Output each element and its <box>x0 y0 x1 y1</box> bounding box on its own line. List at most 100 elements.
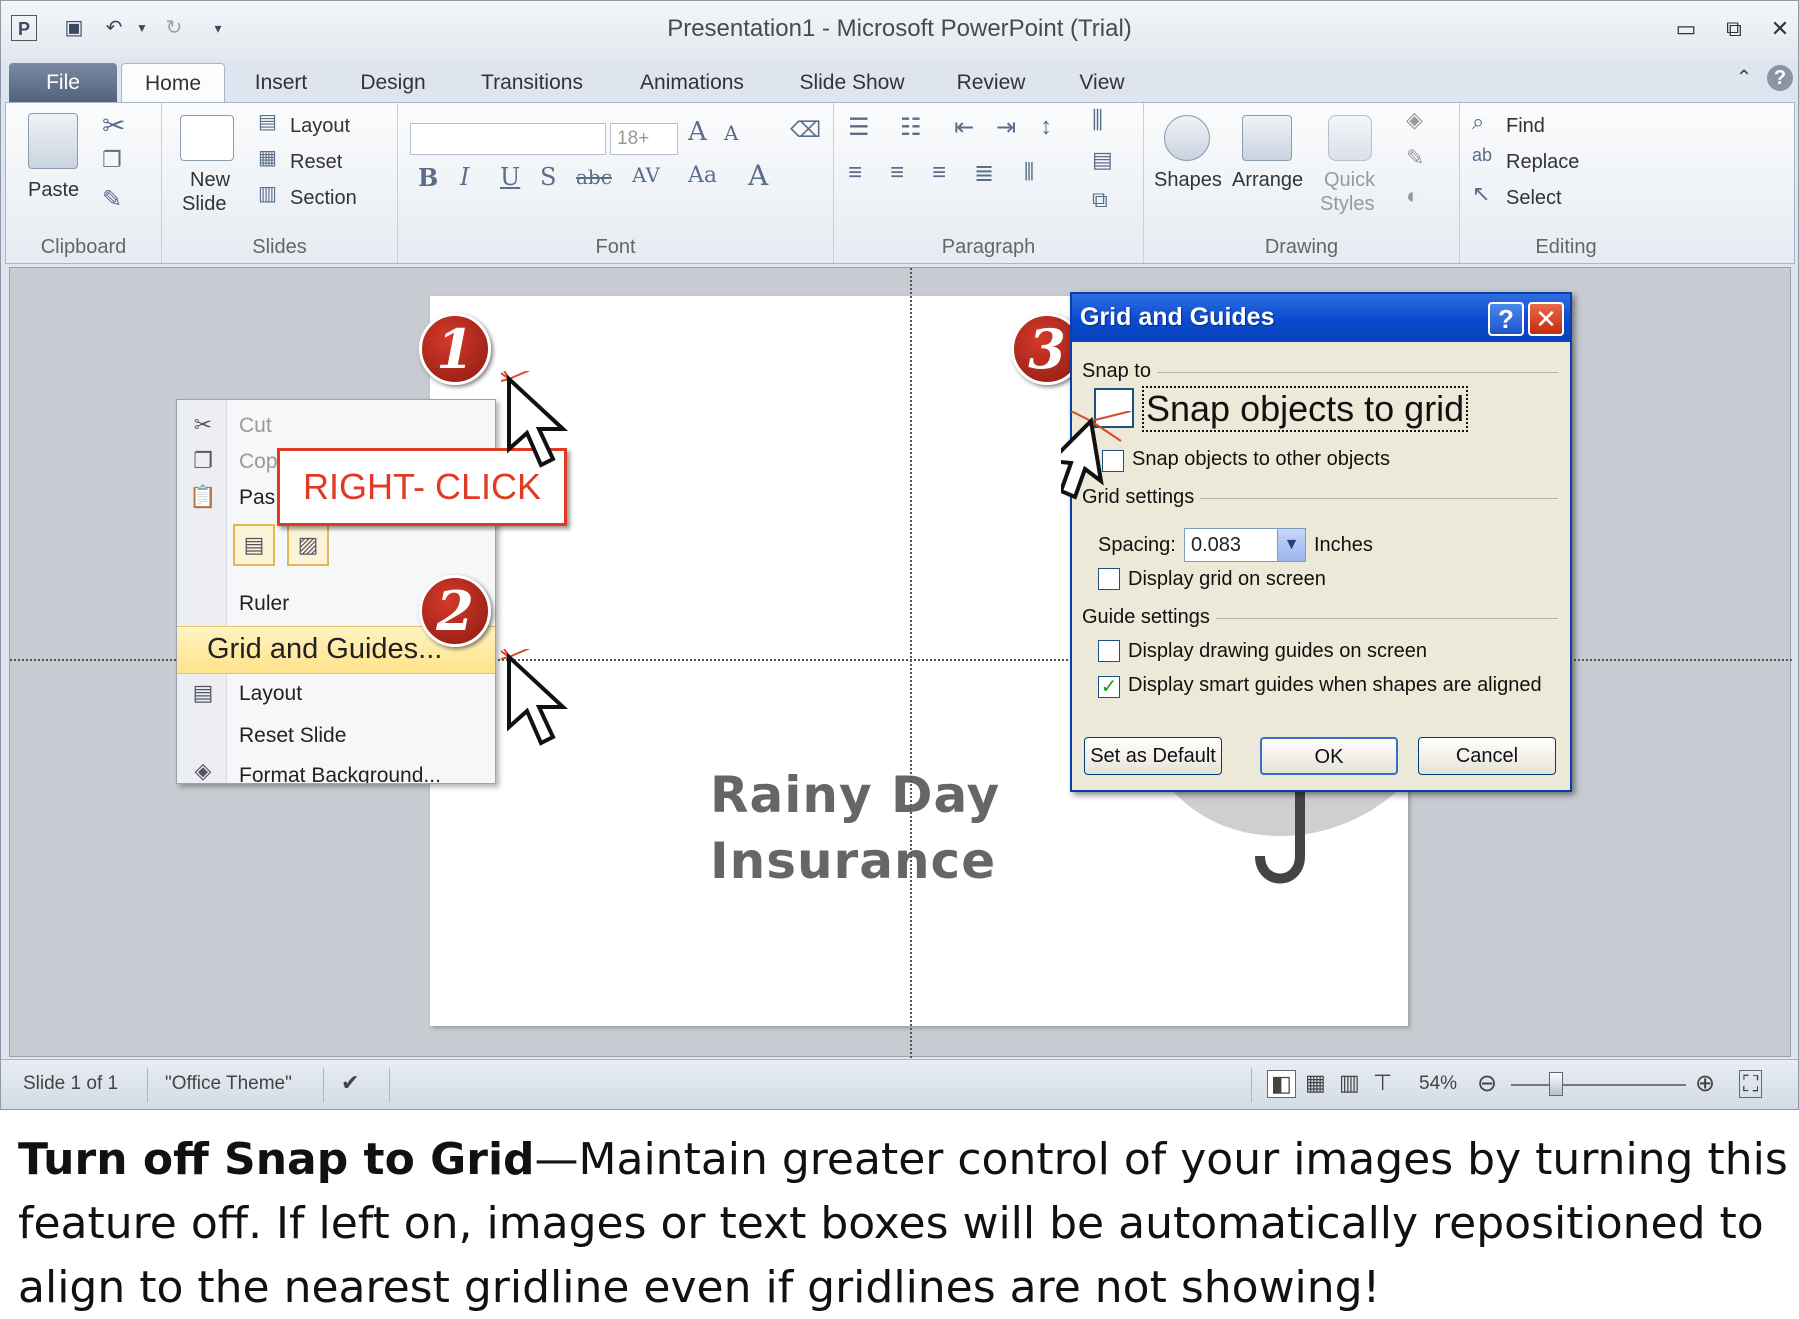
font-size-combo[interactable]: 18+ <box>610 123 678 155</box>
restore-icon[interactable]: ⧉ <box>1717 15 1751 43</box>
dialog-title-bar[interactable]: Grid and Guides ? ✕ <box>1072 294 1570 342</box>
shape-effects-icon[interactable]: ◐ <box>1406 183 1419 209</box>
display-guides-checkbox[interactable] <box>1098 640 1120 662</box>
fit-to-window-icon[interactable]: ⛶ <box>1739 1070 1763 1098</box>
zoom-level[interactable]: 54% <box>1419 1073 1457 1095</box>
increase-indent-icon[interactable]: ⇥ <box>996 113 1016 142</box>
tab-insert[interactable]: Insert <box>233 63 329 103</box>
zoom-out-icon[interactable]: ⊖ <box>1477 1069 1497 1098</box>
chevron-down-icon[interactable]: ▼ <box>1277 529 1305 561</box>
strikethrough-icon[interactable]: abc <box>576 165 612 189</box>
align-left-icon[interactable]: ≡ <box>848 159 862 187</box>
new-slide-label-2[interactable]: Slide <box>182 193 226 216</box>
change-case-icon[interactable]: Aa <box>688 163 717 188</box>
slide-sorter-icon[interactable]: ▦ <box>1305 1070 1326 1096</box>
display-guides-label[interactable]: Display drawing guides on screen <box>1128 640 1427 663</box>
shape-fill-icon[interactable]: ◈ <box>1406 107 1423 133</box>
layout-button[interactable]: Layout <box>290 115 350 138</box>
font-color-icon[interactable]: A <box>748 159 768 192</box>
menu-item-copy[interactable]: Cop <box>239 450 278 474</box>
text-direction-icon[interactable]: ⫼ <box>1092 107 1103 135</box>
scissors-icon[interactable]: ✂ <box>102 109 125 142</box>
decrease-indent-icon[interactable]: ⇤ <box>954 113 974 142</box>
columns-icon[interactable]: ⫴ <box>1024 159 1034 187</box>
quick-styles-label-2[interactable]: Styles <box>1320 193 1374 216</box>
menu-item-cut[interactable]: Cut <box>239 414 272 438</box>
tab-view[interactable]: View <box>1061 63 1143 103</box>
grow-font-icon[interactable]: A <box>688 117 707 147</box>
shapes-button[interactable]: Shapes <box>1154 169 1222 192</box>
shapes-icon[interactable] <box>1164 115 1210 161</box>
tab-review[interactable]: Review <box>941 63 1041 103</box>
normal-view-icon[interactable]: ◧ <box>1267 1070 1296 1098</box>
cancel-button[interactable]: Cancel <box>1418 737 1556 775</box>
select-button[interactable]: Select <box>1506 187 1562 210</box>
theme-name[interactable]: "Office Theme" <box>165 1073 292 1095</box>
zoom-slider-track[interactable] <box>1511 1084 1686 1086</box>
close-icon[interactable]: ✕ <box>1528 302 1564 336</box>
quick-styles-icon[interactable] <box>1328 115 1372 161</box>
bullets-icon[interactable]: ☰ <box>848 113 870 142</box>
vertical-guide[interactable] <box>910 268 912 1058</box>
snap-other-label[interactable]: Snap objects to other objects <box>1132 448 1390 471</box>
snap-grid-label[interactable]: Snap objects to grid <box>1142 386 1469 432</box>
slide-show-icon[interactable]: ⊤ <box>1373 1070 1392 1096</box>
copy-icon[interactable]: ❐ <box>102 147 122 173</box>
smart-guides-checkbox[interactable]: ✓ <box>1098 676 1120 698</box>
spacing-combo[interactable]: 0.083 ▼ <box>1184 528 1306 562</box>
quick-styles-label-1[interactable]: Quick <box>1324 169 1375 192</box>
align-right-icon[interactable]: ≡ <box>932 159 946 187</box>
display-grid-label[interactable]: Display grid on screen <box>1128 568 1326 591</box>
tab-file[interactable]: File <box>9 63 117 103</box>
replace-button[interactable]: Replace <box>1506 151 1579 174</box>
line-spacing-icon[interactable]: ↕ <box>1040 113 1052 141</box>
tab-home[interactable]: Home <box>121 63 225 103</box>
spelling-check-icon[interactable]: ✔ <box>341 1070 359 1096</box>
tab-transitions[interactable]: Transitions <box>463 63 601 103</box>
tab-slide-show[interactable]: Slide Show <box>781 63 923 103</box>
ok-button[interactable]: OK <box>1260 737 1398 775</box>
smartart-icon[interactable]: ⧉ <box>1092 187 1108 213</box>
clear-formatting-icon[interactable]: ⌫ <box>790 117 821 143</box>
menu-item-paste[interactable]: Pas <box>239 486 275 510</box>
underline-icon[interactable]: U <box>500 163 520 191</box>
section-button[interactable]: Section <box>290 187 357 210</box>
tab-design[interactable]: Design <box>343 63 443 103</box>
paste-button[interactable]: Paste <box>28 179 79 202</box>
set-as-default-button[interactable]: Set as Default <box>1084 737 1222 775</box>
tab-animations[interactable]: Animations <box>621 63 763 103</box>
display-grid-checkbox[interactable] <box>1098 568 1120 590</box>
zoom-slider-thumb[interactable] <box>1549 1072 1563 1096</box>
format-painter-icon[interactable]: ✎ <box>102 185 122 214</box>
menu-item-format-background[interactable]: Format Background... <box>239 764 441 783</box>
zoom-in-icon[interactable]: ⊕ <box>1695 1069 1715 1098</box>
new-slide-icon[interactable] <box>180 115 234 161</box>
reading-view-icon[interactable]: ▥ <box>1339 1070 1360 1096</box>
paste-option-picture-icon[interactable]: ▨ <box>287 524 329 566</box>
justify-icon[interactable]: ≣ <box>974 159 994 188</box>
align-text-icon[interactable]: ▤ <box>1092 147 1113 173</box>
bold-icon[interactable]: B <box>418 163 438 192</box>
close-icon[interactable]: ✕ <box>1763 15 1797 43</box>
menu-item-reset-slide[interactable]: Reset Slide <box>239 724 346 748</box>
arrange-button[interactable]: Arrange <box>1232 169 1303 192</box>
align-center-icon[interactable]: ≡ <box>890 159 904 187</box>
paste-option-text-icon[interactable]: ▤ <box>233 524 275 566</box>
clipboard-icon[interactable] <box>28 113 78 169</box>
minimize-ribbon-icon[interactable]: ⌃ <box>1731 65 1757 91</box>
arrange-icon[interactable] <box>1242 115 1292 161</box>
menu-item-ruler[interactable]: Ruler <box>239 592 289 616</box>
italic-icon[interactable]: I <box>460 163 469 191</box>
help-icon[interactable]: ? <box>1767 65 1793 91</box>
shrink-font-icon[interactable]: A <box>724 121 738 145</box>
find-button[interactable]: Find <box>1506 115 1545 138</box>
new-slide-label-1[interactable]: New <box>190 169 230 192</box>
help-icon[interactable]: ? <box>1488 302 1524 336</box>
smart-guides-label[interactable]: Display smart guides when shapes are ali… <box>1128 674 1542 697</box>
shadow-icon[interactable]: S <box>540 163 556 191</box>
character-spacing-icon[interactable]: AV <box>632 163 660 187</box>
font-name-combo[interactable] <box>410 123 606 155</box>
reset-button[interactable]: Reset <box>290 151 342 174</box>
shape-outline-icon[interactable]: ✎ <box>1406 145 1424 171</box>
menu-item-layout[interactable]: Layout <box>239 682 302 706</box>
